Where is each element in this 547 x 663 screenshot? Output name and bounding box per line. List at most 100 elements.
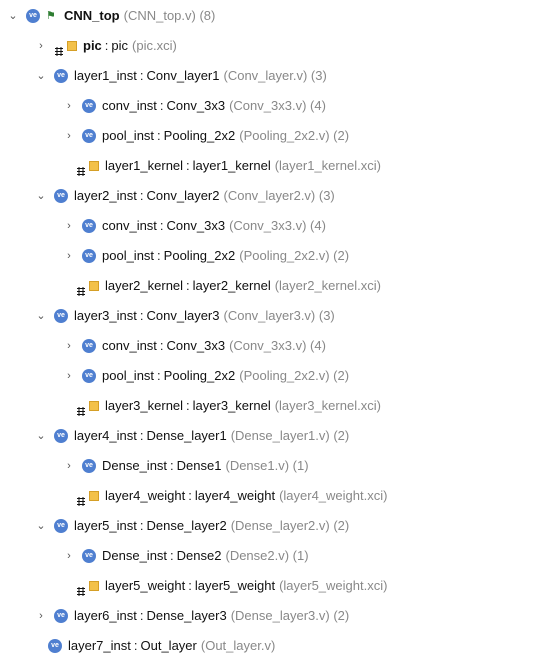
- source-meta: (Conv_3x3.v) (4): [229, 338, 326, 353]
- chevron-down-icon[interactable]: ⌄: [34, 519, 48, 533]
- tree-row-layer7-inst[interactable]: ve layer7_inst : Out_layer (Out_layer.v): [48, 634, 275, 658]
- tree-row-cnn-top[interactable]: ⌄ ve ⚑ CNN_top (CNN_top.v) (8): [6, 4, 215, 28]
- verilog-module-icon: ve: [54, 309, 68, 323]
- separator: :: [159, 98, 164, 113]
- tree-row-dense-inst-1[interactable]: › ve Dense_inst : Dense1 (Dense1.v) (1): [62, 454, 309, 478]
- verilog-module-icon: ve: [82, 99, 96, 113]
- verilog-module-icon: ve: [82, 369, 96, 383]
- tree-row-conv-inst-3[interactable]: › ve conv_inst : Conv_3x3 (Conv_3x3.v) (…: [62, 334, 326, 358]
- tree-row-layer1-kernel[interactable]: layer1_kernel : layer1_kernel (layer1_ke…: [76, 154, 381, 178]
- separator: :: [157, 368, 161, 383]
- instance-name: conv_inst: [102, 98, 157, 113]
- module-name: Dense1: [176, 458, 222, 473]
- separator: :: [170, 458, 174, 473]
- tree-row-pool-inst-1[interactable]: › ve pool_inst : Pooling_2x2 (Pooling_2x…: [62, 124, 349, 148]
- separator: :: [133, 638, 138, 653]
- tree-row-layer4-weight[interactable]: layer4_weight : layer4_weight (layer4_we…: [76, 484, 387, 508]
- ip-core-icon: [54, 41, 77, 56]
- instance-name: pool_inst: [102, 128, 155, 143]
- verilog-module-icon: ve: [82, 219, 96, 233]
- tree-row-layer1-inst[interactable]: ⌄ ve layer1_inst : Conv_layer1 (Conv_lay…: [34, 64, 327, 88]
- ip-box-icon: [67, 41, 77, 51]
- module-name: layer2_kernel: [192, 278, 271, 293]
- tree-row-conv-inst-2[interactable]: › ve conv_inst : Conv_3x3 (Conv_3x3.v) (…: [62, 214, 326, 238]
- tree-row-layer5-weight[interactable]: layer5_weight : layer5_weight (layer5_we…: [76, 574, 387, 598]
- chevron-right-icon[interactable]: ›: [62, 219, 76, 233]
- chevron-right-icon[interactable]: ›: [34, 609, 48, 623]
- tree-row-layer3-inst[interactable]: ⌄ ve layer3_inst : Conv_layer3 (Conv_lay…: [34, 304, 335, 328]
- module-name: Dense_layer2: [146, 518, 227, 533]
- ip-core-icon: [76, 281, 99, 296]
- tree-row-conv-inst-1[interactable]: › ve conv_inst : Conv_3x3 (Conv_3x3.v) (…: [62, 94, 326, 118]
- chevron-right-icon[interactable]: ›: [34, 39, 48, 53]
- chevron-down-icon[interactable]: ⌄: [34, 429, 48, 443]
- ip-box-icon: [89, 161, 99, 171]
- chevron-right-icon[interactable]: ›: [62, 99, 76, 113]
- separator: :: [104, 38, 109, 53]
- separator: :: [139, 518, 144, 533]
- instance-name: layer4_weight: [105, 488, 186, 503]
- tree-row-layer2-kernel[interactable]: layer2_kernel : layer2_kernel (layer2_ke…: [76, 274, 381, 298]
- separator: :: [157, 248, 161, 263]
- module-name: Dense_layer3: [146, 608, 227, 623]
- separator: :: [139, 308, 144, 323]
- instance-name: conv_inst: [102, 338, 157, 353]
- module-name: layer1_kernel: [192, 158, 271, 173]
- source-meta: (Pooling_2x2.v) (2): [239, 128, 350, 143]
- tree-row-layer5-inst[interactable]: ⌄ ve layer5_inst : Dense_layer2 (Dense_l…: [34, 514, 349, 538]
- instance-name: layer4_inst: [74, 428, 137, 443]
- chevron-down-icon[interactable]: ⌄: [34, 189, 48, 203]
- separator: :: [157, 128, 161, 143]
- verilog-module-icon: ve: [82, 129, 96, 143]
- chevron-right-icon[interactable]: ›: [62, 129, 76, 143]
- ip-core-icon: [76, 491, 99, 506]
- tree-row-pool-inst-3[interactable]: › ve pool_inst : Pooling_2x2 (Pooling_2x…: [62, 364, 349, 388]
- tree-row-dense-inst-2[interactable]: › ve Dense_inst : Dense2 (Dense2.v) (1): [62, 544, 309, 568]
- module-name: Conv_layer1: [146, 68, 220, 83]
- source-meta: (Pooling_2x2.v) (2): [239, 368, 350, 383]
- tree-row-pool-inst-2[interactable]: › ve pool_inst : Pooling_2x2 (Pooling_2x…: [62, 244, 349, 268]
- source-meta: (Conv_3x3.v) (4): [229, 218, 326, 233]
- source-meta: (layer2_kernel.xci): [274, 278, 381, 293]
- source-meta: (CNN_top.v) (8): [123, 8, 216, 23]
- separator: :: [186, 278, 190, 293]
- module-name: Conv_layer2: [146, 188, 220, 203]
- instance-name: layer2_inst: [74, 188, 137, 203]
- instance-name: pool_inst: [102, 248, 155, 263]
- instance-name: layer3_kernel: [105, 398, 184, 413]
- tree-row-layer3-kernel[interactable]: layer3_kernel : layer3_kernel (layer3_ke…: [76, 394, 381, 418]
- module-name: pic: [111, 38, 129, 53]
- chevron-right-icon[interactable]: ›: [62, 339, 76, 353]
- source-meta: (layer4_weight.xci): [279, 488, 388, 503]
- ip-connector-icon: [76, 581, 87, 596]
- chevron-right-icon[interactable]: ›: [62, 459, 76, 473]
- module-name: layer5_weight: [194, 578, 276, 593]
- chevron-right-icon[interactable]: ›: [62, 249, 76, 263]
- chevron-right-icon[interactable]: ›: [62, 369, 76, 383]
- hierarchy-icon: ⚑: [46, 10, 56, 22]
- instance-name: Dense_inst: [102, 458, 168, 473]
- separator: :: [188, 578, 192, 593]
- separator: :: [186, 158, 190, 173]
- chevron-right-icon[interactable]: ›: [62, 549, 76, 563]
- module-name: Pooling_2x2: [163, 368, 236, 383]
- chevron-down-icon[interactable]: ⌄: [34, 309, 48, 323]
- verilog-module-icon: ve: [54, 189, 68, 203]
- separator: :: [139, 188, 144, 203]
- chevron-down-icon[interactable]: ⌄: [34, 69, 48, 83]
- chevron-down-icon[interactable]: ⌄: [6, 9, 20, 23]
- source-meta: (Pooling_2x2.v) (2): [239, 248, 350, 263]
- tree-row-pic[interactable]: › pic : pic (pic.xci): [34, 34, 177, 58]
- tree-row-layer2-inst[interactable]: ⌄ ve layer2_inst : Conv_layer2 (Conv_lay…: [34, 184, 335, 208]
- tree-row-layer6-inst[interactable]: › ve layer6_inst : Dense_layer3 (Dense_l…: [34, 604, 349, 628]
- tree-row-layer4-inst[interactable]: ⌄ ve layer4_inst : Dense_layer1 (Dense_l…: [34, 424, 349, 448]
- separator: :: [159, 218, 164, 233]
- verilog-module-icon: ve: [82, 459, 96, 473]
- verilog-module-icon: ve: [82, 249, 96, 263]
- instance-name: layer1_inst: [74, 68, 137, 83]
- instance-name: layer2_kernel: [105, 278, 184, 293]
- source-meta: (Out_layer.v): [200, 638, 276, 653]
- module-name: Pooling_2x2: [163, 128, 236, 143]
- source-meta: (layer5_weight.xci): [279, 578, 388, 593]
- module-name: Conv_layer3: [146, 308, 220, 323]
